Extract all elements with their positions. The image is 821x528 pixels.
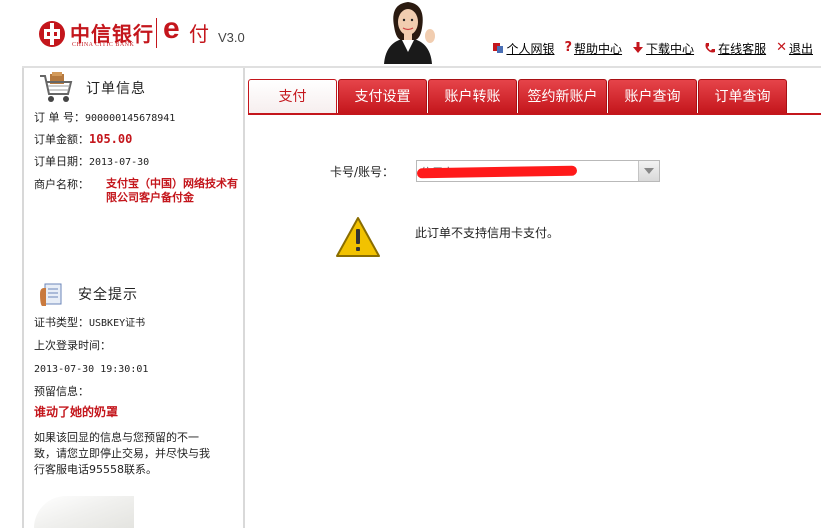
cert-type-value: USBKEY证书	[89, 318, 146, 329]
order-date-label: 订单日期：	[34, 155, 89, 168]
top-links: 个人网银 ? 帮助中心 下载中心 在线客服 ✕ 退出	[492, 40, 813, 56]
order-amount-label: 订单金额：	[34, 133, 89, 146]
order-date-row: 订单日期：2013-07-30	[34, 154, 149, 170]
product-version: V3.0	[218, 30, 245, 45]
card-account-select[interactable]: 信用卡	[416, 160, 660, 182]
last-login-label: 上次登录时间：	[34, 339, 111, 352]
last-login-value: 2013-07-30 19:30:01	[34, 364, 149, 375]
notice-text: 此订单不支持信用卡支付。	[415, 226, 560, 240]
product-name-fu: 付	[189, 22, 209, 46]
phone-icon	[705, 43, 716, 53]
tab-pay-settings[interactable]: 支付设置	[338, 79, 427, 113]
chevron-down-icon[interactable]	[638, 161, 659, 181]
tab-account-transfer[interactable]: 账户转账	[428, 79, 517, 113]
bank-name-english: CHINA CITIC BANK	[72, 42, 135, 48]
security-tips-header: 安全提示	[38, 276, 138, 312]
help-icon: ?	[564, 40, 573, 55]
order-info-title: 订单信息	[86, 81, 146, 97]
order-amount-row: 订单金额：105.00	[34, 132, 132, 147]
sidebar-decoration	[34, 496, 134, 528]
header: 中信银行 CHINA CITIC BANK e 付 V3.0 个人网银 ? 帮助…	[0, 0, 821, 66]
tab-pay[interactable]: 支付	[248, 79, 337, 114]
order-info-header: 订单信息	[38, 70, 146, 106]
order-date-value: 2013-07-30	[89, 157, 150, 168]
logout-link[interactable]: ✕ 退出	[776, 40, 813, 57]
card-account-label: 卡号/账号：	[330, 164, 395, 179]
shopping-cart-icon	[40, 72, 73, 102]
logo-divider	[156, 18, 157, 48]
personal-banking-link[interactable]: 个人网银	[492, 40, 554, 57]
online-service-link[interactable]: 在线客服	[704, 40, 766, 57]
tab-order-query[interactable]: 订单查询	[698, 79, 787, 113]
order-amount-value: 105.00	[89, 132, 133, 146]
card-account-row: 卡号/账号： 信用卡	[330, 160, 660, 182]
reserved-info-label-row: 预留信息：	[34, 384, 89, 399]
warning-icon	[336, 217, 380, 257]
cert-type-label: 证书类型：	[34, 316, 89, 329]
merchant-label: 商户名称：	[34, 178, 89, 191]
person-icon	[493, 43, 504, 53]
tab-bar-underline	[248, 113, 821, 115]
help-center-label: 帮助中心	[574, 41, 623, 56]
download-center-label: 下载中心	[646, 41, 695, 56]
personal-banking-label: 个人网银	[506, 41, 555, 56]
download-icon	[633, 42, 644, 53]
main-tabs: 支付 支付设置 账户转账 签约新账户 账户查询 订单查询	[248, 79, 787, 114]
cert-type-row: 证书类型：USBKEY证书	[34, 315, 145, 331]
tab-sign-new-account[interactable]: 签约新账户	[518, 79, 607, 113]
service-agent-image	[384, 2, 435, 64]
merchant-row: 商户名称： 支付宝（中国）网络技术有限公司客户备付金	[34, 177, 244, 209]
payment-notice: 此订单不支持信用卡支付。	[335, 216, 559, 258]
order-number-label: 订 单 号：	[34, 111, 85, 124]
reserved-info-value: 谁动了她的奶罩	[34, 405, 119, 419]
merchant-value: 支付宝（中国）网络技术有限公司客户备付金	[106, 177, 238, 204]
security-note: 如果该回显的信息与您预留的不一致，请您立即停止交易，并尽快与我行客服电话9555…	[34, 431, 210, 476]
download-center-link[interactable]: 下载中心	[632, 40, 694, 57]
last-login-label-row: 上次登录时间：	[34, 338, 111, 353]
logout-label: 退出	[788, 41, 813, 56]
last-login-value-row: 2013-07-30 19:30:01	[34, 361, 148, 377]
security-tips-title: 安全提示	[78, 287, 138, 303]
help-center-link[interactable]: ? 帮助中心	[564, 40, 622, 57]
close-icon: ✕	[776, 40, 787, 55]
reserved-info-label: 预留信息：	[34, 385, 89, 398]
tab-account-query[interactable]: 账户查询	[608, 79, 697, 113]
order-number-value: 900000145678941	[85, 113, 176, 124]
sidebar: 订单信息 订 单 号：900000145678941 订单金额：105.00 订…	[24, 68, 245, 528]
security-document-icon	[40, 283, 62, 306]
online-service-label: 在线客服	[718, 41, 767, 56]
product-name-e: e	[163, 12, 180, 45]
citic-logo-icon	[39, 21, 65, 47]
order-number-row: 订 单 号：900000145678941	[34, 110, 175, 126]
reserved-info-value-row: 谁动了她的奶罩	[34, 405, 118, 420]
